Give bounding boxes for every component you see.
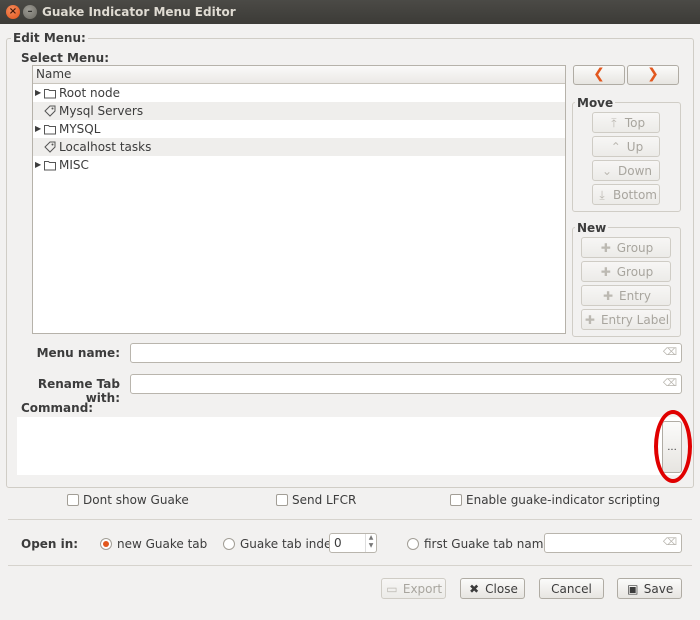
move-down-label: Down [617, 164, 652, 178]
new-group-button[interactable]: ✚ Group [581, 237, 671, 258]
new-group-label-button[interactable]: ✚Group Label [581, 261, 671, 299]
plus-icon: ✚ [600, 265, 611, 279]
move-up-button[interactable]: ⌃ Up [592, 136, 660, 157]
move-bottom-button[interactable]: ⤓ Bottom [592, 184, 660, 205]
enable-scripting-checkbox[interactable] [450, 494, 462, 506]
move-bottom-label: Bottom [612, 188, 657, 202]
arrow-down-icon: ⌄ [601, 164, 613, 178]
window-minimize-button[interactable]: – [23, 5, 37, 19]
move-down-button[interactable]: ⌄ Down [592, 160, 660, 181]
first-guake-tab-named-radio[interactable] [407, 538, 419, 550]
tree-row-root-node[interactable]: ▶ Root node [33, 84, 565, 102]
clear-icon[interactable]: ⌫ [663, 347, 677, 358]
send-lfcr-label: Send LFCR [292, 493, 357, 507]
folder-icon [44, 125, 56, 135]
clear-icon[interactable]: ⌫ [663, 378, 677, 389]
first-guake-tab-named-label: first Guake tab named [424, 537, 559, 551]
export-label: Export [402, 582, 443, 596]
new-label: New [575, 221, 609, 235]
folder-icon [44, 161, 56, 171]
annotation-circle [654, 410, 692, 483]
select-menu-label: Select Menu: [21, 51, 110, 65]
new-entry-label-text: Entry Label [600, 313, 670, 327]
open-in-label: Open in: [21, 537, 79, 551]
export-icon: ▭ [386, 582, 398, 596]
arrow-top-icon: ⤒ [611, 116, 617, 130]
new-guake-tab-label: new Guake tab [117, 537, 208, 551]
tab-index-spinner[interactable]: 0 ▲ ▼ [329, 533, 377, 553]
new-guake-tab-radio[interactable] [100, 538, 112, 550]
chevron-left-icon: ❮ [593, 66, 605, 82]
title-bar: × – Guake Indicator Menu Editor [0, 0, 700, 24]
tree-row-label: Localhost tasks [59, 140, 152, 154]
dont-show-guake-checkbox[interactable] [67, 494, 79, 506]
tree-row-misc[interactable]: ▶ MISC [33, 156, 565, 174]
minimize-icon: – [27, 6, 33, 17]
tag-icon [44, 105, 56, 117]
guake-tab-index-label: Guake tab index [240, 537, 339, 551]
move-label: Move [575, 96, 616, 110]
window-title: Guake Indicator Menu Editor [42, 5, 236, 19]
spinner-arrows-icon[interactable]: ▲ ▼ [365, 534, 376, 552]
chevron-right-icon: ❯ [647, 66, 659, 82]
new-entry-button[interactable]: ✚ Entry [581, 285, 671, 306]
next-button[interactable]: ❯ [627, 65, 679, 85]
window-close-button[interactable]: × [6, 5, 20, 19]
save-icon: ▣ [627, 582, 639, 596]
dont-show-guake-label: Dont show Guake [83, 493, 189, 507]
menu-name-label: Menu name: [36, 346, 120, 360]
command-textarea[interactable] [17, 417, 682, 475]
expander-icon[interactable]: ▶ [35, 84, 41, 102]
tree-row-mysql-servers[interactable]: Mysql Servers [33, 102, 565, 120]
close-icon: ✖ [469, 582, 480, 596]
plus-icon: ✚ [603, 289, 614, 303]
menu-name-input[interactable]: ⌫ [130, 343, 682, 363]
folder-icon [44, 89, 56, 99]
separator [8, 565, 692, 566]
new-entry-label-button[interactable]: ✚ Entry Label [581, 309, 671, 330]
tree-row-label: Mysql Servers [59, 104, 144, 118]
tree-column-header[interactable]: Name [33, 66, 565, 84]
cancel-label: Cancel [551, 582, 592, 596]
close-icon: × [8, 6, 18, 17]
edit-menu-label: Edit Menu: [11, 31, 88, 45]
plus-icon: ✚ [584, 313, 595, 327]
plus-icon: ✚ [600, 241, 611, 255]
move-up-label: Up [626, 140, 644, 154]
guake-tab-index-radio[interactable] [223, 538, 235, 550]
tab-name-input[interactable]: ⌫ [544, 533, 682, 553]
tree-row-mysql[interactable]: ▶ MYSQL [33, 120, 565, 138]
tree-row-localhost-tasks[interactable]: Localhost tasks [33, 138, 565, 156]
save-button[interactable]: ▣ Save [617, 578, 682, 599]
cancel-button[interactable]: Cancel [539, 578, 604, 599]
new-group-label: Group [616, 241, 654, 255]
command-label: Command: [21, 401, 94, 415]
separator [8, 519, 692, 520]
menu-tree[interactable]: Name ▶ Root node Mysql Servers ▶ MYSQL L… [32, 65, 566, 334]
export-button[interactable]: ▭ Export [381, 578, 446, 599]
clear-icon[interactable]: ⌫ [663, 537, 677, 548]
arrow-bottom-icon: ⤓ [599, 188, 605, 202]
close-label: Close [485, 582, 518, 596]
tag-icon [44, 141, 56, 153]
tree-row-label: MYSQL [59, 122, 101, 136]
rename-tab-input[interactable]: ⌫ [130, 374, 682, 394]
move-top-label: Top [624, 116, 646, 130]
new-entry-label: Entry [619, 289, 651, 303]
previous-button[interactable]: ❮ [573, 65, 625, 85]
save-label: Save [643, 582, 674, 596]
enable-scripting-label: Enable guake-indicator scripting [466, 493, 661, 507]
arrow-up-icon: ⌃ [610, 140, 621, 154]
tab-index-value: 0 [334, 536, 342, 550]
expander-icon[interactable]: ▶ [35, 120, 41, 138]
expander-icon[interactable]: ▶ [35, 156, 41, 174]
close-button[interactable]: ✖ Close [460, 578, 525, 599]
tree-row-label: MISC [59, 158, 89, 172]
tree-row-label: Root node [59, 86, 120, 100]
send-lfcr-checkbox[interactable] [276, 494, 288, 506]
move-top-button[interactable]: ⤒ Top [592, 112, 660, 133]
